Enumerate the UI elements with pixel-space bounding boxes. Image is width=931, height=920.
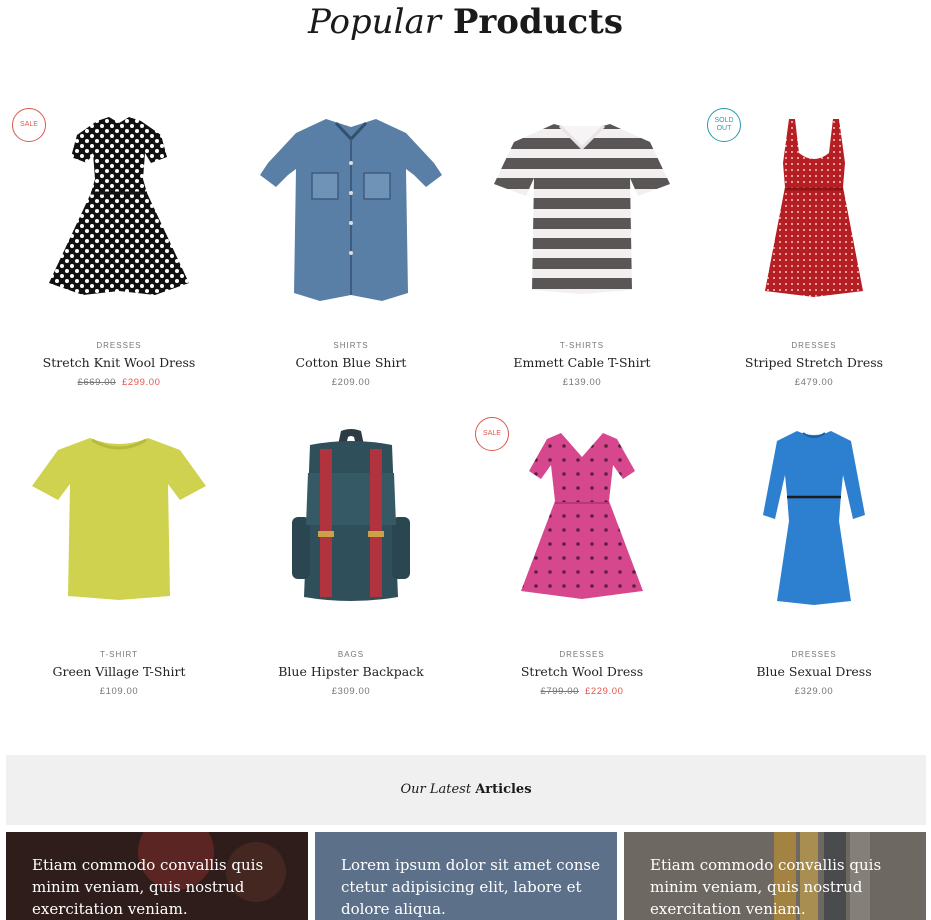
- article-text: Etiam commodo convallis quis minim venia…: [32, 856, 264, 918]
- polka-dot-dress-icon: [49, 116, 189, 295]
- product-card[interactable]: T-SHIRTS Emmett Cable T-Shirt £139.00: [466, 100, 698, 400]
- article-card[interactable]: Lorem ipsum dolor sit amet conse ctetur …: [315, 832, 617, 920]
- blue-dress-icon: [763, 430, 865, 605]
- article-text: Etiam commodo convallis quis minim venia…: [650, 856, 882, 918]
- product-category: DRESSES: [559, 650, 605, 659]
- product-name[interactable]: Green Village T-Shirt: [3, 664, 235, 679]
- current-price: £109.00: [99, 686, 139, 697]
- red-dress-icon: [765, 118, 863, 297]
- product-category: BAGS: [337, 650, 365, 659]
- current-price: £139.00: [562, 377, 602, 388]
- current-price: £309.00: [331, 686, 371, 697]
- product-price: £309.00: [235, 686, 467, 697]
- pink-dress-icon: [521, 432, 643, 599]
- product-price: £209.00: [235, 377, 467, 388]
- sale-badge: SALE: [12, 108, 46, 142]
- product-card[interactable]: T-SHIRT Green Village T-Shirt £109.00: [3, 409, 235, 709]
- product-name[interactable]: Emmett Cable T-Shirt: [466, 355, 698, 370]
- product-image[interactable]: [698, 409, 930, 624]
- current-price: £329.00: [794, 686, 834, 697]
- articles-title: Our Latest Articles: [6, 782, 926, 797]
- product-image[interactable]: [466, 100, 698, 315]
- product-price: £799.00 £229.00: [466, 686, 698, 697]
- product-image[interactable]: [235, 100, 467, 315]
- article-card[interactable]: Etiam commodo convallis quis minim venia…: [624, 832, 926, 920]
- section-title: Popular Products: [0, 2, 931, 42]
- product-name[interactable]: Blue Hipster Backpack: [235, 664, 467, 679]
- product-price: £669.00 £299.00: [3, 377, 235, 388]
- article-text: Lorem ipsum dolor sit amet conse ctetur …: [341, 856, 600, 918]
- product-price: £139.00: [466, 377, 698, 388]
- product-category: DRESSES: [791, 341, 837, 350]
- old-price: £799.00: [540, 686, 579, 697]
- product-category: DRESSES: [791, 650, 837, 659]
- product-category: SHIRTS: [333, 341, 369, 350]
- denim-shirt-icon: [260, 118, 442, 301]
- backpack-icon: [292, 428, 410, 601]
- article-card[interactable]: Etiam commodo convallis quis minim venia…: [6, 832, 308, 920]
- product-card[interactable]: SALE DRESSES Stretch Wool Dress £799.00 £…: [466, 409, 698, 709]
- product-image[interactable]: [235, 409, 467, 624]
- section-title-italic: Popular: [307, 2, 441, 42]
- product-category: T-SHIRT: [100, 650, 138, 659]
- product-category: T-SHIRTS: [559, 341, 605, 350]
- product-card[interactable]: SALE DRESSES Stretch Knit Wool Dress £66…: [3, 100, 235, 400]
- articles-header: Our Latest Articles: [6, 755, 926, 825]
- sale-price: £299.00: [122, 377, 161, 388]
- product-card[interactable]: SHIRTS Cotton Blue Shirt £209.00: [235, 100, 467, 400]
- articles-title-bold: Articles: [475, 782, 532, 797]
- current-price: £209.00: [331, 377, 371, 388]
- product-card[interactable]: BAGS Blue Hipster Backpack £309.00: [235, 409, 467, 709]
- product-category: DRESSES: [96, 341, 142, 350]
- product-name[interactable]: Stretch Knit Wool Dress: [3, 355, 235, 370]
- sale-badge: SALE: [475, 417, 509, 451]
- product-image[interactable]: [3, 409, 235, 624]
- striped-tshirt-icon: [494, 123, 670, 294]
- section-title-bold: Products: [452, 2, 624, 42]
- product-price: £329.00: [698, 686, 930, 697]
- product-card[interactable]: DRESSES Blue Sexual Dress £329.00: [698, 409, 930, 709]
- old-price: £669.00: [77, 377, 116, 388]
- current-price: £479.00: [794, 377, 834, 388]
- product-card[interactable]: SOLD OUT DRESSES Striped Stretch Dress £…: [698, 100, 930, 400]
- product-price: £109.00: [3, 686, 235, 697]
- sale-price: £229.00: [585, 686, 624, 697]
- product-name[interactable]: Cotton Blue Shirt: [235, 355, 467, 370]
- articles-title-italic: Our Latest: [400, 782, 472, 797]
- product-price: £479.00: [698, 377, 930, 388]
- product-name[interactable]: Stretch Wool Dress: [466, 664, 698, 679]
- yellow-tshirt-icon: [32, 437, 206, 600]
- sold-out-badge: SOLD OUT: [707, 108, 741, 142]
- product-name[interactable]: Striped Stretch Dress: [698, 355, 930, 370]
- product-name[interactable]: Blue Sexual Dress: [698, 664, 930, 679]
